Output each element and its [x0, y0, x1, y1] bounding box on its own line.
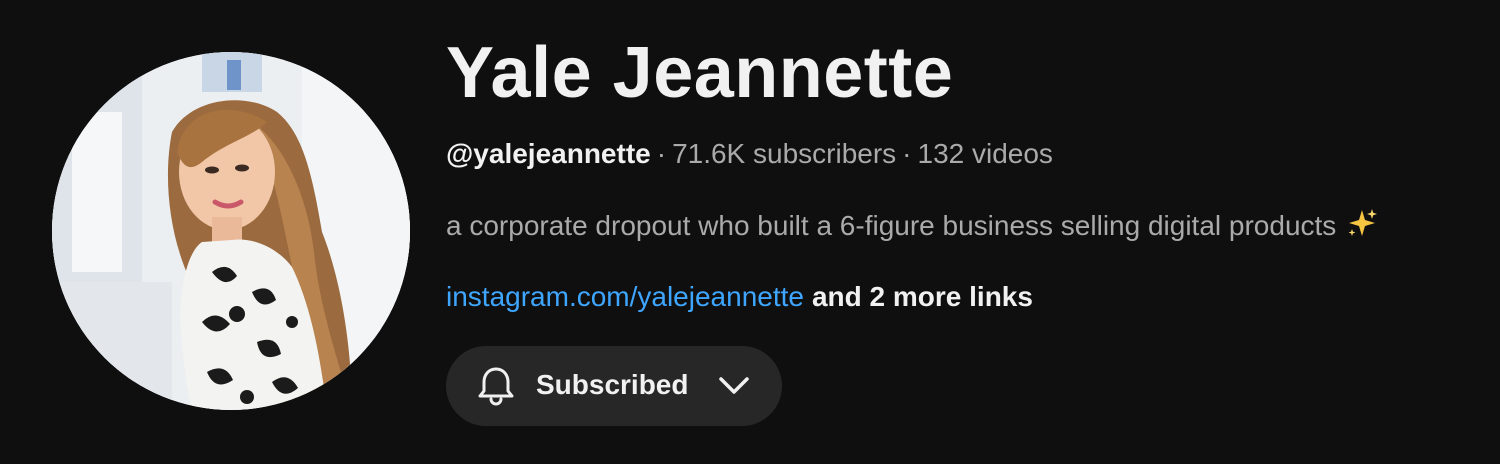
chevron-down-icon: [719, 377, 749, 394]
subscriber-count: 71.6K subscribers: [672, 138, 897, 169]
meta-separator: ·: [902, 138, 912, 169]
profile-photo: [52, 52, 410, 410]
more-links-button[interactable]: and 2 more links: [812, 281, 1033, 312]
channel-description[interactable]: a corporate dropout who built a 6-figure…: [446, 207, 1378, 248]
video-count: 132 videos: [917, 138, 1053, 169]
channel-header: Yale Jeannette @yalejeannette · 71.6K subs…: [0, 0, 1500, 464]
sparkles-icon: [1346, 207, 1378, 248]
channel-name: Yale Jeannette: [446, 33, 954, 113]
subscribed-button[interactable]: Subscribed: [446, 346, 782, 426]
instagram-link[interactable]: instagram.com/yalejeannette: [446, 281, 804, 312]
channel-meta: @yalejeannette · 71.6K subscribers · 132 vid…: [446, 136, 1053, 172]
description-text: a corporate dropout who built a 6-figure…: [446, 210, 1337, 241]
subscribed-label: Subscribed: [536, 369, 689, 400]
meta-separator: ·: [656, 138, 667, 169]
channel-avatar[interactable]: [52, 52, 410, 410]
bell-icon: [478, 367, 514, 406]
channel-handle: @yalejeannette: [446, 138, 651, 169]
channel-links: instagram.com/yalejeannette and 2 more li…: [446, 279, 1033, 315]
